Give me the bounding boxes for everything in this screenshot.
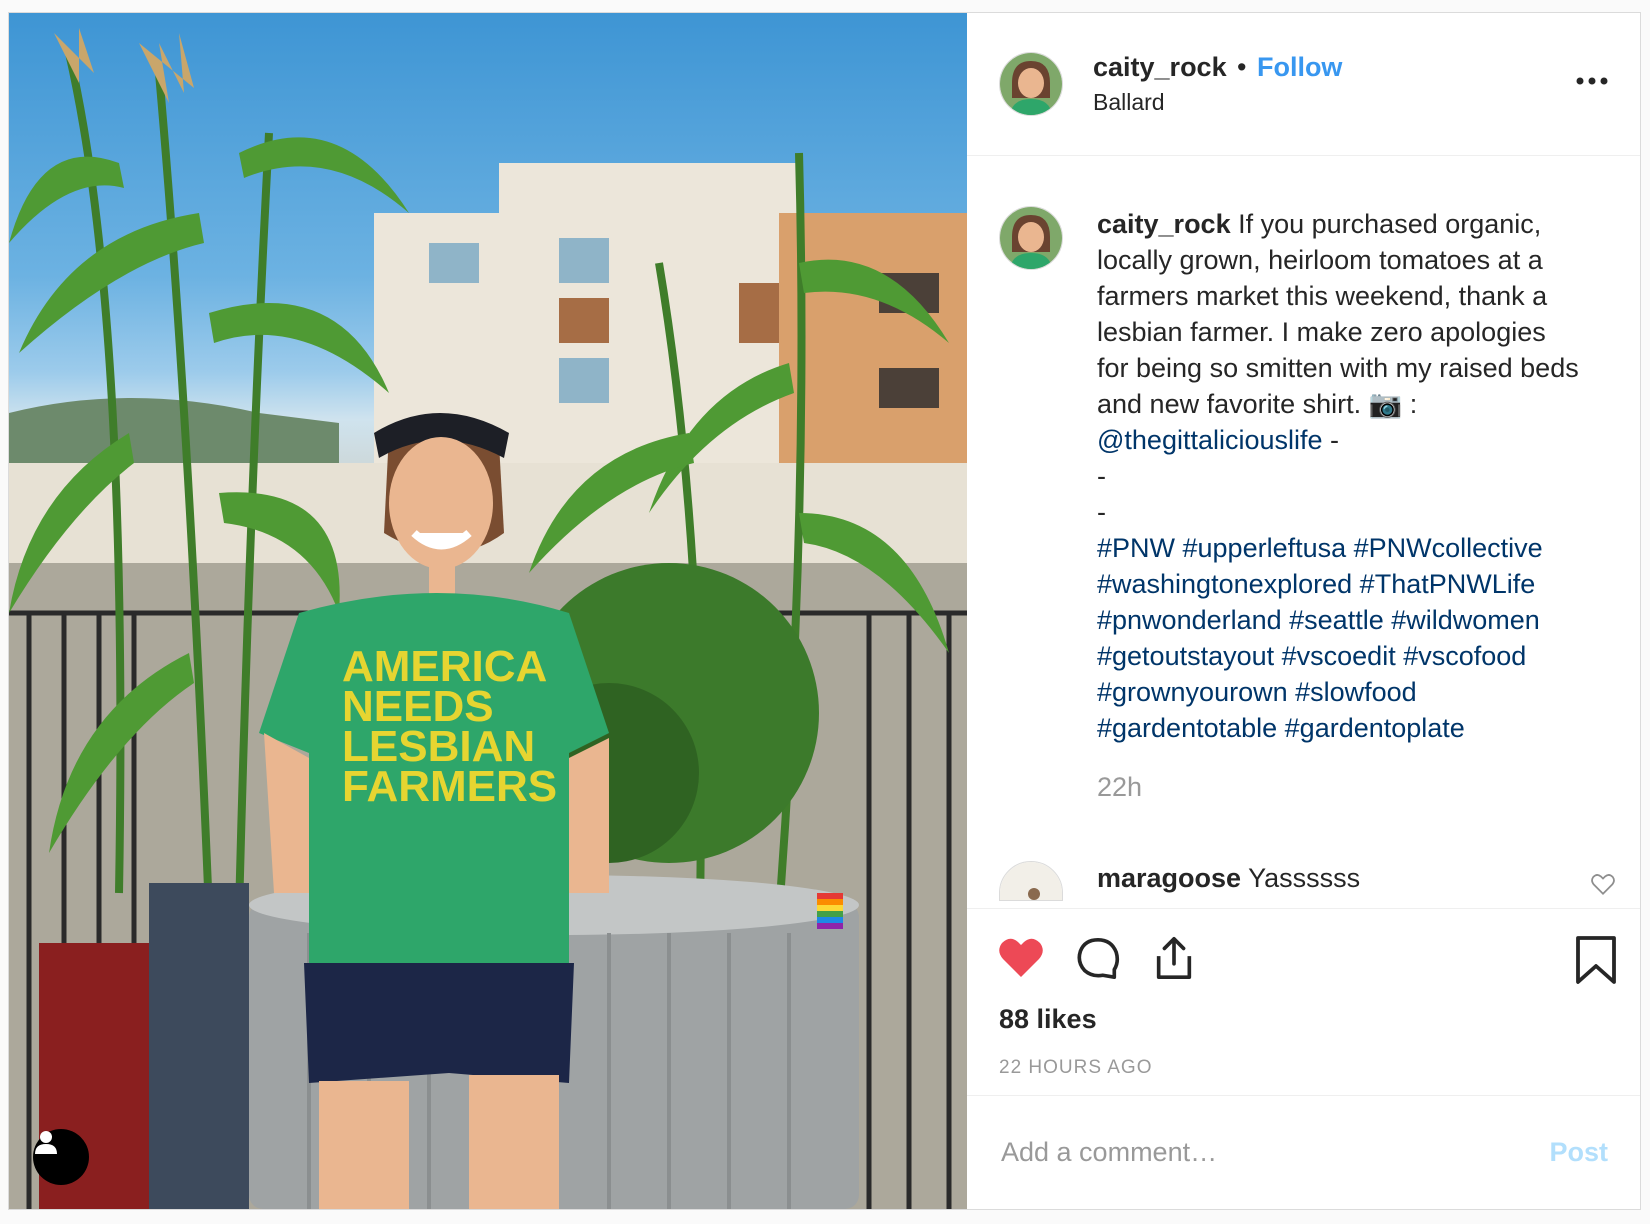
shirt-text-line: FARMERS — [342, 762, 557, 811]
post-header: caity_rock • Follow Ballard — [967, 13, 1640, 156]
separator-dot: • — [1237, 52, 1247, 82]
avatar-image — [1000, 207, 1062, 269]
caption: caity_rock If you purchased organic, loc… — [999, 206, 1582, 803]
soil-bag — [149, 883, 249, 1209]
flag-stripe — [817, 917, 843, 923]
window-panel — [739, 283, 779, 343]
comment-text: maragoose Yassssss — [1097, 863, 1360, 901]
photo-illustration: AMERICA NEEDS LESBIAN FARMERS — [9, 28, 967, 1209]
post-side-panel: caity_rock • Follow Ballard caity_rock I… — [967, 13, 1640, 1209]
window — [559, 238, 609, 283]
more-options-icon — [1576, 77, 1608, 85]
like-button[interactable] — [997, 935, 1045, 986]
post-photo[interactable]: AMERICA NEEDS LESBIAN FARMERS — [9, 13, 967, 1209]
window — [559, 358, 609, 403]
commenter-avatar[interactable] — [999, 861, 1063, 901]
heart-filled-icon — [999, 938, 1043, 977]
comment-icon — [1077, 937, 1120, 979]
balcony — [879, 368, 939, 408]
hashtags[interactable]: #PNW #upperleftusa #PNWcollective #washi… — [1097, 533, 1550, 743]
comment-like-button[interactable] — [1590, 872, 1616, 901]
building-top — [499, 163, 799, 223]
caption-avatar[interactable] — [999, 206, 1063, 270]
flag-stripe — [817, 893, 843, 899]
shirt-text: AMERICA NEEDS LESBIAN FARMERS — [342, 642, 557, 811]
window-panel — [559, 298, 609, 343]
avatar[interactable] — [999, 52, 1063, 116]
share-button[interactable] — [1151, 935, 1197, 986]
add-comment-bar: Post — [967, 1095, 1640, 1209]
flag-stripe — [817, 911, 843, 917]
flag-stripe — [817, 923, 843, 929]
caption-text: caity_rock If you purchased organic, loc… — [1097, 206, 1582, 746]
comment-button[interactable] — [1075, 935, 1121, 986]
more-options-button[interactable] — [1576, 73, 1608, 91]
flag-stripe — [817, 905, 843, 911]
comments-section[interactable]: caity_rock If you purchased organic, loc… — [967, 156, 1640, 908]
commenter-username[interactable]: maragoose — [1097, 863, 1241, 893]
follow-button[interactable]: Follow — [1257, 52, 1342, 82]
post-timestamp[interactable]: 22 HOURS AGO — [999, 1057, 1153, 1079]
comment-item: maragoose Yassssss — [999, 861, 1579, 901]
comment-input[interactable] — [999, 1136, 1550, 1169]
location-link[interactable]: Ballard — [1093, 89, 1342, 116]
heart-outline-icon — [1591, 874, 1615, 895]
post-container: AMERICA NEEDS LESBIAN FARMERS caity_rock… — [8, 12, 1641, 1210]
share-icon — [1156, 937, 1192, 979]
user-icon — [35, 1131, 57, 1154]
bookmark-icon — [1576, 936, 1616, 984]
comment-body: Yassssss — [1241, 863, 1361, 893]
caption-body: If you purchased organic, locally grown,… — [1097, 209, 1587, 419]
header-username[interactable]: caity_rock — [1093, 52, 1227, 82]
avatar-image — [1000, 862, 1062, 900]
save-button[interactable] — [1574, 935, 1618, 990]
likes-count[interactable]: 88 likes — [999, 1004, 1097, 1035]
mention-link[interactable]: @thegittaliciouslife — [1097, 425, 1323, 455]
post-actions: 88 likes 22 HOURS AGO — [967, 908, 1640, 1095]
avatar-image — [1000, 53, 1062, 115]
caption-time[interactable]: 22h — [1097, 772, 1582, 803]
window — [429, 243, 479, 283]
building-wing — [779, 213, 967, 493]
post-comment-button[interactable]: Post — [1549, 1137, 1608, 1168]
tagged-users-button[interactable] — [33, 1129, 89, 1185]
caption-username[interactable]: caity_rock — [1097, 209, 1231, 239]
flag-stripe — [817, 899, 843, 905]
